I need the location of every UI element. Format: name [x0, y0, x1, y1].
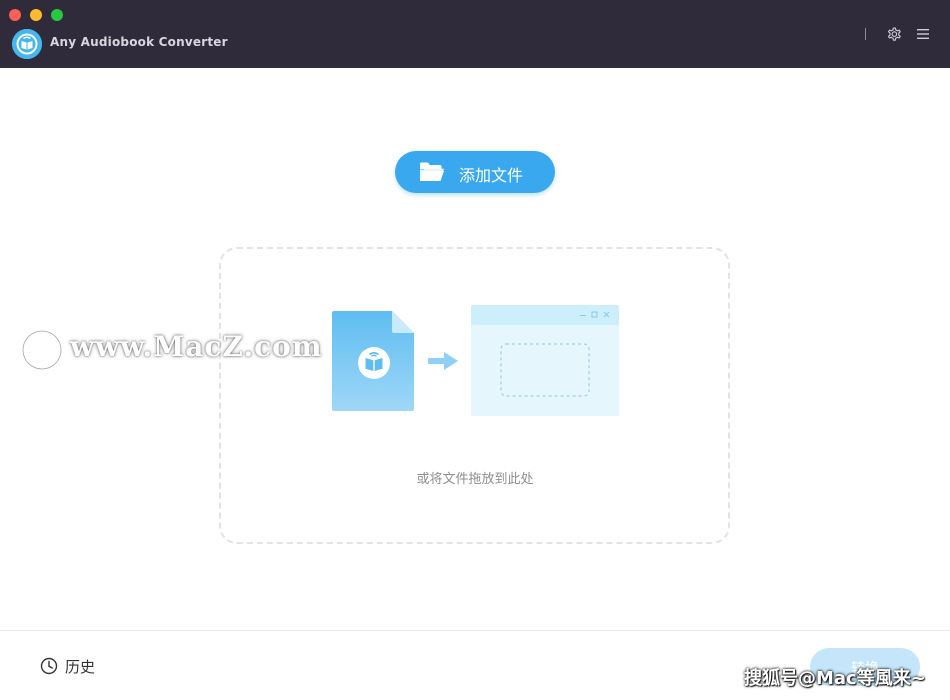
window-maximize-button[interactable]: [51, 9, 63, 21]
window-close-button[interactable]: [9, 9, 21, 21]
audiobook-file-icon: [332, 311, 414, 411]
folder-open-icon: [420, 162, 444, 181]
clock-icon: [40, 657, 58, 675]
watermark-logo-icon: [21, 329, 63, 371]
app-window-icon: [471, 305, 619, 416]
title-divider: [865, 28, 866, 40]
footer-divider: [0, 630, 950, 631]
convert-label: 转换: [851, 661, 879, 677]
gear-icon[interactable]: [885, 25, 903, 43]
history-label: 历史: [65, 658, 96, 676]
hamburger-menu-icon[interactable]: [915, 26, 931, 42]
arrow-right-icon: [428, 352, 458, 370]
app-title: Any Audiobook Converter: [50, 35, 228, 49]
convert-button[interactable]: 转换: [810, 648, 920, 686]
app-window: Any Audiobook Converter 添加文件 或将文件拖放到此处 w…: [0, 0, 950, 700]
add-files-button[interactable]: 添加文件: [395, 151, 555, 193]
add-files-label: 添加文件: [459, 166, 524, 185]
audiobook-logo-icon: [12, 29, 42, 59]
window-minimize-button[interactable]: [30, 9, 42, 21]
title-bar: Any Audiobook Converter: [0, 0, 950, 68]
drop-hint: 或将文件拖放到此处: [416, 472, 534, 487]
